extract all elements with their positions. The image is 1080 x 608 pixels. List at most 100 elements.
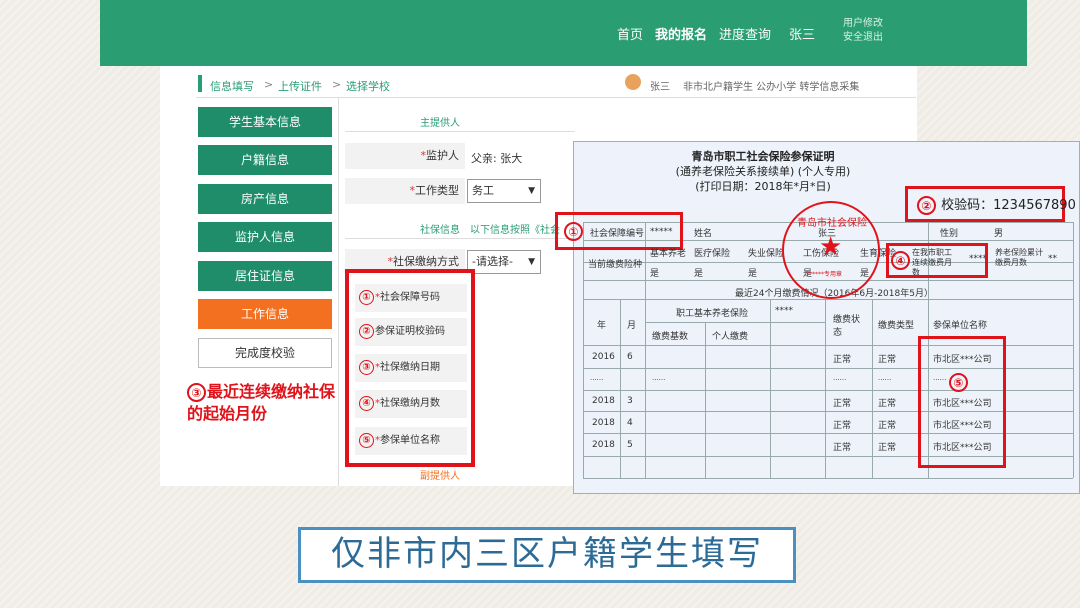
section-main-provider: 主提供人 <box>420 118 460 129</box>
breadcrumb-info-fill[interactable]: 信息填写 <box>210 78 254 94</box>
table-row: 2018 <box>592 418 615 428</box>
table-row: ...... <box>878 374 892 382</box>
breadcrumb-upload[interactable]: 上传证件 <box>278 78 322 94</box>
cert-head-type: 缴费类型 <box>878 321 915 331</box>
chevron-down-icon: ▼ <box>528 257 535 267</box>
breadcrumb-sep: > <box>332 78 342 91</box>
sidebar-item-household[interactable]: 户籍信息 <box>198 145 332 175</box>
cert-head-pension-value: **** <box>775 306 793 316</box>
callout-verification-code: ② 参保证明校验码 <box>355 318 467 346</box>
table-row: 正常 <box>878 355 897 365</box>
cert-type-unemployment: 失业保险 <box>748 249 785 259</box>
cert-yes: 是 <box>650 269 660 279</box>
grid-line <box>825 299 826 478</box>
table-row: ...... <box>652 374 666 382</box>
breadcrumb-marker <box>198 75 202 92</box>
certificate-subtitle: (通养老保险关系接续单) (个人专用) <box>675 165 851 178</box>
grid-line <box>645 322 825 323</box>
stamp-text: 青岛市社会保险 <box>797 218 867 229</box>
header-description: 非市北户籍学生 公办小学 转学信息采集 <box>683 82 860 93</box>
callout-social-security-number: ① *社会保障号码 <box>355 284 467 312</box>
cert-head-personal: 个人缴费 <box>712 332 749 342</box>
sidebar-item-property[interactable]: 房产信息 <box>198 184 332 214</box>
worktype-label: *工作类型 <box>345 178 465 204</box>
grid-line <box>1073 222 1074 478</box>
nav-home[interactable]: 首页 <box>617 24 643 43</box>
table-row: ...... <box>833 374 847 382</box>
worktype-select[interactable]: 务工 ▼ <box>467 179 541 203</box>
sidebar-item-work[interactable]: 工作信息 <box>198 299 332 329</box>
guardian-label: *监护人 <box>345 143 465 169</box>
table-row: 正常 <box>878 443 897 453</box>
notice-banner-text: 仅非市内三区户籍学生填写 <box>331 534 763 574</box>
table-row: 4 <box>627 418 633 428</box>
cert-head-pension: 职工基本养老保险 <box>676 309 749 319</box>
grid-line <box>583 478 1073 479</box>
logout-link[interactable]: 安全退出 <box>843 31 883 45</box>
grid-line <box>705 322 706 478</box>
table-row: 6 <box>627 352 633 362</box>
cert-gender-label: 性别 <box>940 229 959 239</box>
certificate-print-date: (打印日期：2018年*月*日) <box>695 180 831 193</box>
table-row: 正常 <box>878 399 897 409</box>
callout-note-start-month: ③ 最近连续缴纳社保的起始月份 <box>187 382 336 423</box>
nav-user-name: 张三 <box>789 28 816 43</box>
grid-line <box>583 222 584 478</box>
section-divider <box>345 238 575 239</box>
paymethod-select[interactable]: -请选择- ▼ <box>467 250 541 274</box>
chevron-down-icon: ▼ <box>528 186 535 196</box>
sidebar-item-student-info[interactable]: 学生基本信息 <box>198 107 332 137</box>
header-user-name: 张三 <box>650 82 670 93</box>
table-row: 3 <box>627 396 633 406</box>
table-row: 正常 <box>878 421 897 431</box>
cert-head-status: 缴费状态 <box>833 315 861 338</box>
cert-head-year: 年 <box>597 321 607 331</box>
table-row: 正常 <box>833 443 852 453</box>
grid-line <box>872 299 873 478</box>
top-nav-bar <box>100 0 1027 66</box>
section-social-insurance: 社保信息 <box>420 225 460 236</box>
avatar <box>625 74 641 90</box>
cert-head-base: 缴费基数 <box>652 332 689 342</box>
certificate-code: ② 校验码：1234567890 <box>917 194 1076 215</box>
user-edit-link[interactable]: 用户修改 <box>843 17 883 31</box>
table-row: 正常 <box>833 399 852 409</box>
sidebar-item-residence[interactable]: 居住证信息 <box>198 261 332 291</box>
header-divider <box>196 97 916 98</box>
grid-line <box>770 299 771 478</box>
callout-box-employer <box>918 336 1006 468</box>
star-icon: ★ <box>819 232 843 262</box>
callout-badge-4: ④ <box>891 251 911 270</box>
table-row: 正常 <box>833 421 852 431</box>
sidebar-divider <box>338 98 339 486</box>
user-menu: 用户修改 安全退出 <box>843 17 883 45</box>
cert-total-months-value: ** <box>1048 254 1057 264</box>
nav-progress[interactable]: 进度查询 <box>719 24 771 43</box>
callout-badge-5: ⑤ <box>949 373 969 392</box>
guardian-value: 父亲: 张大 <box>471 152 523 165</box>
certificate-title: 青岛市职工社会保险参保证明 <box>691 150 835 163</box>
sidebar-item-guardian[interactable]: 监护人信息 <box>198 222 332 252</box>
cert-yes: 是 <box>694 269 704 279</box>
grid-line <box>645 222 646 478</box>
breadcrumb-select-school[interactable]: 选择学校 <box>346 78 390 94</box>
stamp-subtext: ******专用章 <box>806 271 843 278</box>
breadcrumb-sep: > <box>264 78 274 91</box>
cert-insurance-types-label: 当前缴费险种 <box>588 260 643 270</box>
table-row: 5 <box>627 440 633 450</box>
secondary-provider-link[interactable]: 副提供人 <box>420 467 460 482</box>
cert-gender-value: 男 <box>994 229 1004 239</box>
nav-my-registration[interactable]: 我的报名 <box>655 24 707 43</box>
table-row: 2018 <box>592 396 615 406</box>
callout-employer-name: ⑤ *参保单位名称 <box>355 427 467 455</box>
cert-name-label: 姓名 <box>694 229 713 239</box>
table-row: 2016 <box>592 352 615 362</box>
cert-total-months-label: 养老保险累计缴费月数 <box>995 248 1043 267</box>
sidebar-item-verify[interactable]: 完成度校验 <box>198 338 332 368</box>
grid-line <box>583 299 1073 300</box>
cert-type-medical: 医疗保险 <box>694 249 731 259</box>
table-row: 正常 <box>833 355 852 365</box>
table-row: ...... <box>590 374 604 382</box>
cert-head-month: 月 <box>627 321 637 331</box>
callout-payment-date: ③ *社保缴纳日期 <box>355 354 467 382</box>
